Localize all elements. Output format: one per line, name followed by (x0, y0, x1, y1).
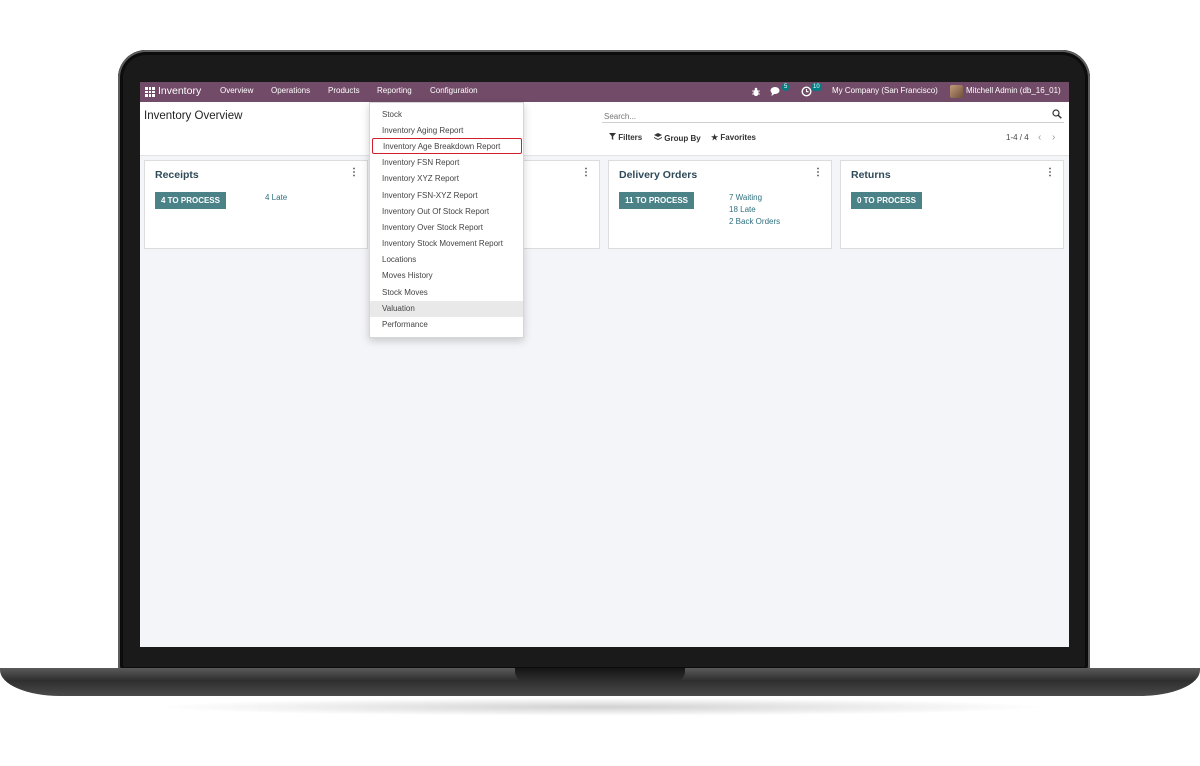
chevron-left-icon[interactable]: ‹ (1038, 132, 1041, 143)
page-title: Inventory Overview (144, 110, 243, 122)
layers-icon (654, 133, 662, 140)
card-returns: Returns ⋮ 0 TO PROCESS (840, 160, 1064, 249)
vertical-dots-icon[interactable]: ⋮ (813, 167, 823, 178)
search-input[interactable] (602, 110, 1046, 123)
menu-configuration[interactable]: Configuration (430, 86, 478, 95)
to-process-button[interactable]: 0 TO PROCESS (851, 192, 922, 209)
menu-item-fsn-report[interactable]: Inventory FSN Report (370, 155, 523, 171)
favorites-button[interactable]: ★ Favorites (711, 133, 756, 142)
menu-products[interactable]: Products (328, 86, 360, 95)
to-process-button[interactable]: 4 TO PROCESS (155, 192, 226, 209)
card-title[interactable]: Receipts (155, 169, 199, 181)
menu-item-performance[interactable]: Performance (370, 317, 523, 333)
vertical-dots-icon[interactable]: ⋮ (581, 167, 591, 178)
vertical-dots-icon[interactable]: ⋮ (349, 167, 359, 178)
to-process-button[interactable]: 11 TO PROCESS (619, 192, 694, 209)
search-icon[interactable] (1052, 109, 1062, 119)
control-panel: Inventory Overview Filters Group By ★ Fa… (140, 102, 1069, 156)
apps-grid-icon[interactable] (145, 87, 155, 97)
star-icon: ★ (711, 133, 719, 142)
filters-label: Filters (618, 133, 643, 142)
screen: Inventory Overview Operations Products R… (140, 82, 1069, 647)
menu-item-xyz-report[interactable]: Inventory XYZ Report (370, 171, 523, 187)
chat-count-badge: 5 (782, 83, 790, 91)
menu-item-aging-report[interactable]: Inventory Aging Report (370, 123, 523, 139)
menu-operations[interactable]: Operations (271, 86, 310, 95)
menu-reporting[interactable]: Reporting (377, 86, 412, 95)
top-navbar: Inventory Overview Operations Products R… (140, 82, 1069, 102)
back-orders-link[interactable]: 2 Back Orders (729, 217, 780, 226)
activity-count-badge: 10 (811, 83, 822, 91)
group-by-label: Group By (664, 134, 701, 143)
late-link[interactable]: 4 Late (265, 193, 287, 202)
search-bar (602, 106, 1064, 123)
filter-icon (609, 133, 616, 140)
company-switcher[interactable]: My Company (San Francisco) (832, 86, 938, 95)
menu-item-stock-moves[interactable]: Stock Moves (370, 285, 523, 301)
chevron-right-icon[interactable]: › (1052, 132, 1055, 143)
waiting-link[interactable]: 7 Waiting (729, 193, 762, 202)
user-menu[interactable]: Mitchell Admin (db_16_01) (966, 86, 1061, 95)
menu-item-over-stock-report[interactable]: Inventory Over Stock Report (370, 220, 523, 236)
filters-button[interactable]: Filters (609, 133, 642, 142)
menu-item-valuation[interactable]: Valuation (370, 301, 523, 317)
menu-overview[interactable]: Overview (220, 86, 253, 95)
laptop-shadow (150, 698, 1050, 716)
avatar[interactable] (950, 85, 963, 98)
menu-item-moves-history[interactable]: Moves History (370, 268, 523, 284)
bug-icon[interactable] (751, 87, 761, 97)
reporting-dropdown: Stock Inventory Aging Report Inventory A… (369, 102, 524, 338)
menu-item-locations[interactable]: Locations (370, 252, 523, 268)
menu-item-stock[interactable]: Stock (370, 107, 523, 123)
app-title[interactable]: Inventory (158, 85, 201, 97)
pager: 1-4 / 4 (1006, 133, 1029, 142)
menu-item-fsn-xyz-report[interactable]: Inventory FSN-XYZ Report (370, 188, 523, 204)
late-link[interactable]: 18 Late (729, 205, 756, 214)
laptop-notch (515, 668, 685, 683)
card-delivery-orders: Delivery Orders ⋮ 11 TO PROCESS 7 Waitin… (608, 160, 832, 249)
card-title[interactable]: Returns (851, 169, 891, 181)
menu-item-out-of-stock-report[interactable]: Inventory Out Of Stock Report (370, 204, 523, 220)
menu-item-age-breakdown-report[interactable]: Inventory Age Breakdown Report (372, 138, 522, 154)
vertical-dots-icon[interactable]: ⋮ (1045, 167, 1055, 178)
chat-icon[interactable] (770, 86, 782, 97)
menu-item-stock-movement-report[interactable]: Inventory Stock Movement Report (370, 236, 523, 252)
favorites-label: Favorites (720, 133, 756, 142)
card-title[interactable]: Delivery Orders (619, 169, 697, 181)
card-receipts: Receipts ⋮ 4 TO PROCESS 4 Late (144, 160, 368, 249)
group-by-button[interactable]: Group By (654, 133, 701, 143)
